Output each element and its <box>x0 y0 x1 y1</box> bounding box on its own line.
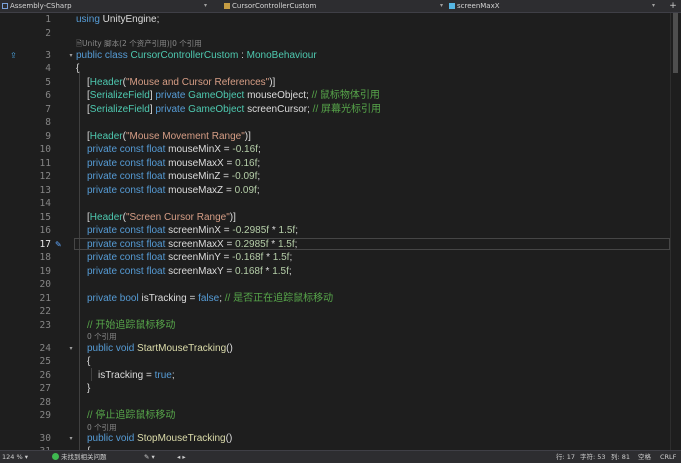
code-line: 12 private const float mouseMinZ = -0.09… <box>0 170 681 184</box>
class-icon <box>224 3 230 9</box>
line-number: 18 <box>39 252 51 263</box>
code-line: 11 private const float mouseMaxX = 0.16f… <box>0 157 681 171</box>
line-number: 5 <box>45 76 51 88</box>
chevron-down-icon[interactable]: ▾ <box>204 0 207 12</box>
collapse-icon[interactable]: ▾ <box>67 342 75 356</box>
line-position[interactable]: 行: 17 <box>556 451 575 463</box>
code-line: using UnityEngine; <box>76 14 160 25</box>
line-number: 17 <box>39 238 51 250</box>
code-line: 26 isTracking = true; <box>0 369 681 383</box>
code-line: 16 private const float screenMinX = -0.2… <box>0 224 681 238</box>
char-position[interactable]: 字符: 53 <box>580 451 606 463</box>
field-icon <box>449 3 455 9</box>
line-number: 24 <box>39 342 51 354</box>
code-line: 27 } <box>0 382 681 396</box>
line-number: 19 <box>39 265 51 277</box>
line-number: 25 <box>39 356 51 367</box>
line-number: 27 <box>39 383 51 394</box>
navigation-bar: Assembly-CSharp ▾ CursorControllerCustom… <box>0 0 681 13</box>
brush-icon[interactable]: ✎ ▾ <box>144 451 155 463</box>
scrollbar-thumb[interactable] <box>673 13 678 73</box>
line-number: 12 <box>39 171 51 182</box>
line-number: 10 <box>39 144 51 155</box>
code-editor[interactable]: 1 2 using UnityEngine; 🗎Unity 脚本(2 个资产引用… <box>0 13 681 450</box>
line-number: 11 <box>39 157 51 169</box>
code-line: 13 private const float mouseMaxZ = 0.09f… <box>0 184 681 198</box>
line-number: 13 <box>39 184 51 196</box>
line-number: 26 <box>39 369 51 381</box>
code-line: 18 private const float screenMinY = -0.1… <box>0 251 681 265</box>
collapse-icon[interactable]: ▾ <box>67 432 75 446</box>
vertical-scrollbar[interactable] <box>670 13 681 450</box>
line-number: 6 <box>45 90 51 101</box>
class-dropdown[interactable]: CursorControllerCustom <box>224 0 316 12</box>
member-dropdown[interactable]: screenMaxX <box>449 0 500 12</box>
edit-pencil-icon[interactable]: ✎ <box>55 238 65 252</box>
project-icon <box>2 3 8 9</box>
code-line: 21 private bool isTracking = false; // 是… <box>0 292 681 306</box>
status-bar: 124 % ▾ 未找到相关问题 ✎ ▾ ◂ ▸ 行: 17 字符: 53 列: … <box>0 450 681 463</box>
column-position[interactable]: 列: 81 <box>611 451 630 463</box>
line-number: 30 <box>39 433 51 444</box>
code-line: 9 [Header("Mouse Movement Range")] <box>0 130 681 144</box>
code-line: 6 [SerializeField] private GameObject mo… <box>0 89 681 103</box>
collapse-icon[interactable]: ▾ <box>67 49 75 63</box>
chevron-down-icon[interactable]: ▾ <box>652 0 655 12</box>
line-number: 15 <box>39 211 51 223</box>
line-number: 9 <box>45 130 51 142</box>
line-number: 4 <box>45 63 51 74</box>
code-line: 19 private const float screenMaxY = 0.16… <box>0 265 681 279</box>
code-line: ⇪ 3 ▾ public class CursorControllerCusto… <box>0 49 681 63</box>
line-number: 21 <box>39 292 51 304</box>
code-line: 10 private const float mouseMinX = -0.16… <box>0 143 681 157</box>
code-line: 7 [SerializeField] private GameObject sc… <box>0 103 681 117</box>
line-number: 20 <box>39 279 51 290</box>
add-button[interactable]: + <box>668 1 678 11</box>
chevron-down-icon[interactable]: ▾ <box>440 0 443 12</box>
line-number: 16 <box>39 225 51 236</box>
line-number: 8 <box>45 117 51 128</box>
current-code-line[interactable]: 17 ✎ private const float screenMaxX = 0.… <box>0 237 681 252</box>
project-dropdown[interactable]: Assembly-CSharp <box>2 0 72 12</box>
line-ending[interactable]: CRLF <box>660 451 676 463</box>
code-line: 15 [Header("Screen Cursor Range")] <box>0 211 681 225</box>
check-circle-icon <box>52 453 59 460</box>
code-line: 4 { <box>0 62 681 76</box>
line-number: 7 <box>45 103 51 115</box>
code-line: 24 ▾ public void StartMouseTracking() <box>0 342 681 356</box>
navigate-arrows[interactable]: ◂ ▸ <box>177 451 186 463</box>
code-line: 30 ▾ public void StopMouseTracking() <box>0 432 681 446</box>
issues-indicator[interactable]: 未找到相关问题 <box>52 451 107 463</box>
code-line: 25 { <box>0 355 681 369</box>
zoom-level[interactable]: 124 % ▾ <box>2 451 28 463</box>
line-number: 22 <box>39 306 51 317</box>
line-number: 3 <box>45 49 51 61</box>
line-number: 28 <box>39 396 51 408</box>
code-line: 5 [Header("Mouse and Cursor References")… <box>0 76 681 90</box>
indent-mode[interactable]: 空格 <box>638 451 651 463</box>
line-number: 14 <box>39 198 51 209</box>
